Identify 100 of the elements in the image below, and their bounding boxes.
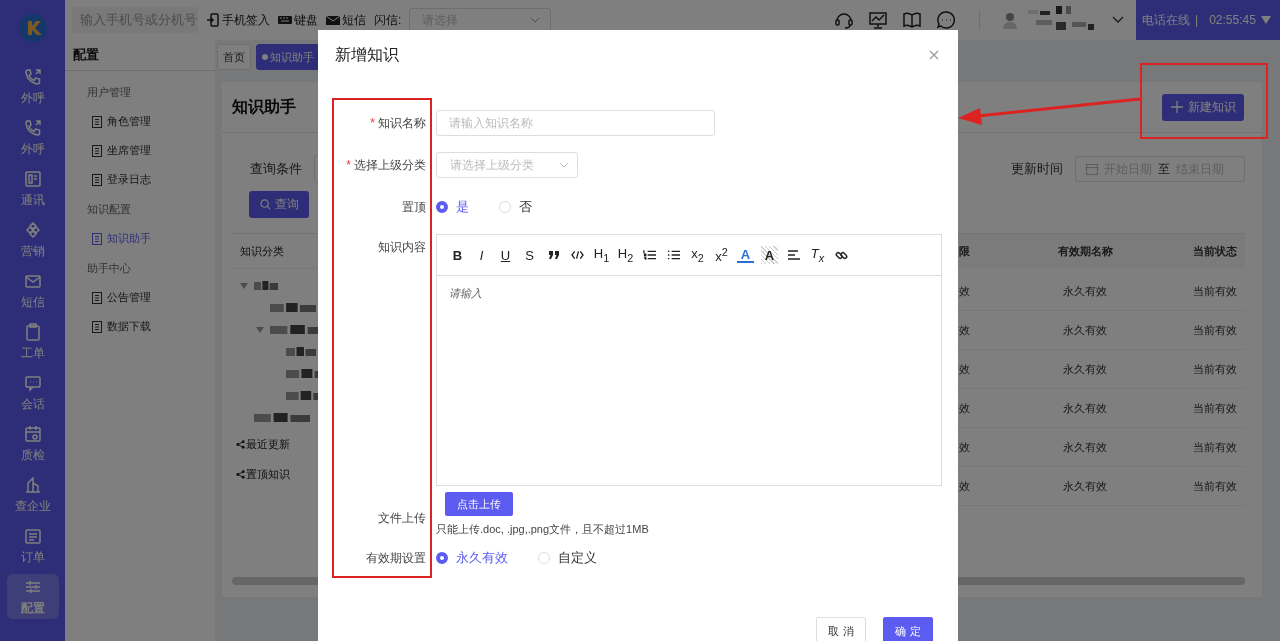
script-button[interactable]: x$_{2}$ [689, 246, 706, 264]
table-cell-text: 当前有效 [1192, 478, 1238, 494]
table-cell-text: 当前有效 [1192, 439, 1238, 455]
close-icon[interactable] [929, 50, 939, 60]
toolbar-link[interactable]: 手机签入 [206, 11, 270, 29]
submenu-title: 配置 [65, 40, 215, 71]
phone-icon [22, 117, 43, 138]
upload-hint: 只能上传.doc, .jpg,.png文件，且不超过1MB [436, 522, 650, 537]
phone-icon [22, 66, 43, 87]
nav-item[interactable]: 短信 [6, 268, 59, 313]
table-cell-text: 当前有效 [1192, 283, 1238, 299]
query-button[interactable]: 查询 [249, 190, 309, 218]
table-cell: 效 [959, 400, 970, 416]
text-color-button[interactable]: A [737, 247, 754, 263]
submenu-item[interactable]: 坐席管理 [65, 136, 215, 165]
table-cell: 效 [959, 322, 970, 338]
table-cell: 效 [959, 478, 970, 494]
toolbar-icon [326, 13, 340, 27]
calendar-icon [22, 423, 43, 444]
table-cell-text: 当前有效 [1192, 361, 1238, 377]
strikethrough-button[interactable]: S [521, 246, 538, 264]
table-cell-text: 永久有效 [1062, 361, 1108, 377]
blurred-text-drawing [254, 412, 310, 424]
submenu-item[interactable]: 数据下载 [65, 312, 215, 341]
blurred-text-drawing [286, 346, 316, 358]
italic-button[interactable]: I [473, 246, 490, 264]
nav-item[interactable]: 营销 [6, 217, 59, 262]
submenu-item[interactable]: 角色管理 [65, 107, 215, 136]
new-knowledge-button[interactable]: 新建知识 [1162, 93, 1244, 121]
column-header: 有效期名称 [1056, 243, 1114, 259]
page-tab[interactable]: 首页 [217, 44, 251, 70]
heading-button[interactable]: H$_{1}$ [593, 246, 610, 264]
caret-down-icon [1260, 16, 1271, 24]
radio-label: 是 [456, 198, 469, 216]
field-label: 知识名称 [378, 114, 426, 132]
code-icon [571, 250, 584, 260]
table-cell-text: 永久有效 [1062, 400, 1108, 416]
heading-button[interactable]: H$_{2}$ [617, 246, 634, 264]
nav-item[interactable]: 会话 [6, 370, 59, 415]
cancel-button[interactable]: 取 消 [816, 617, 866, 641]
monitor-icon[interactable] [868, 10, 888, 30]
submenu-item[interactable]: 公告管理 [65, 283, 215, 312]
nav-item[interactable]: 工单 [6, 319, 59, 364]
chat-icon[interactable] [936, 10, 956, 30]
toolbar-icon [278, 13, 292, 27]
background-color-button[interactable]: A [761, 246, 778, 264]
status-panel[interactable]: 电话在线 | 02:55:45 [1136, 0, 1280, 40]
bullet-list-icon [667, 249, 680, 261]
document-icon [92, 144, 102, 157]
search-icon [259, 198, 271, 210]
table-cell-text: 当前有效 [1192, 400, 1238, 416]
chevron-down-icon [530, 17, 541, 23]
nav-item[interactable]: 质检 [6, 421, 59, 466]
nav-item[interactable]: 订单 [6, 523, 59, 568]
submenu-item[interactable]: 知识助手 [65, 224, 215, 253]
confirm-button[interactable]: 确 定 [883, 617, 933, 641]
script-button[interactable]: x$^{2}$ [713, 246, 730, 264]
blurred-text-drawing [270, 302, 316, 314]
menu-group-label: 助手中心 [86, 261, 132, 276]
field-label: 置顶 [402, 199, 426, 216]
radio-label: 否 [519, 198, 532, 216]
rich-text-editor[interactable]: B I U S H$_{1}$ H$_{2}$ x$_{2}$ x$^{2}$ A A T$_{x}$ 请输入 [436, 234, 942, 486]
quick-link[interactable]: 置顶知识 [232, 459, 432, 489]
clear-format-button[interactable]: T$_{x}$ [809, 246, 826, 264]
field-label: 知识内容 [378, 238, 426, 256]
quote-icon [547, 250, 560, 260]
table-cell-text: 永久有效 [1062, 439, 1108, 455]
logo-icon [18, 14, 47, 42]
flash-label: 闪信: [374, 11, 402, 29]
column-header: 限 [959, 243, 970, 259]
nav-item[interactable]: 外呼 [6, 64, 59, 109]
required-mark: * [370, 116, 375, 130]
quick-link[interactable]: 最近更新 [232, 429, 432, 459]
table-cell-text: 永久有效 [1062, 322, 1108, 338]
page-tab[interactable]: 知识助手 [256, 44, 320, 70]
ordered-list-icon [643, 249, 656, 261]
radio-button[interactable] [436, 201, 448, 213]
toolbar-icon [206, 13, 220, 27]
editor-placeholder: 请输入 [449, 287, 482, 299]
page-title: 知识助手 [232, 96, 296, 117]
underline-button[interactable]: U [497, 246, 514, 264]
nav-item[interactable]: 外呼 [6, 115, 59, 160]
book-icon[interactable] [902, 10, 922, 30]
bold-button[interactable]: B [449, 246, 466, 264]
align-icon [787, 249, 800, 261]
nav-item[interactable]: 通讯 [6, 166, 59, 211]
toolbar-link[interactable]: 键盘 [278, 11, 318, 29]
nav-item[interactable]: 查企业 [6, 472, 59, 517]
upload-button[interactable]: 点击上传 [445, 492, 513, 516]
status-separator: | [1195, 13, 1199, 27]
document-icon [92, 173, 102, 186]
headset-icon[interactable] [834, 10, 854, 30]
name-field[interactable]: 请输入知识名称 [436, 110, 715, 136]
submenu-item[interactable]: 登录日志 [65, 165, 215, 194]
calendar-icon [1086, 163, 1098, 175]
chevron-down-icon[interactable] [1112, 16, 1124, 24]
toolbar-link[interactable]: 短信 [326, 11, 366, 29]
filter-label: 查询条件 [250, 160, 302, 178]
radio-button[interactable] [436, 552, 448, 564]
table-cell-text: 当前有效 [1192, 322, 1238, 338]
